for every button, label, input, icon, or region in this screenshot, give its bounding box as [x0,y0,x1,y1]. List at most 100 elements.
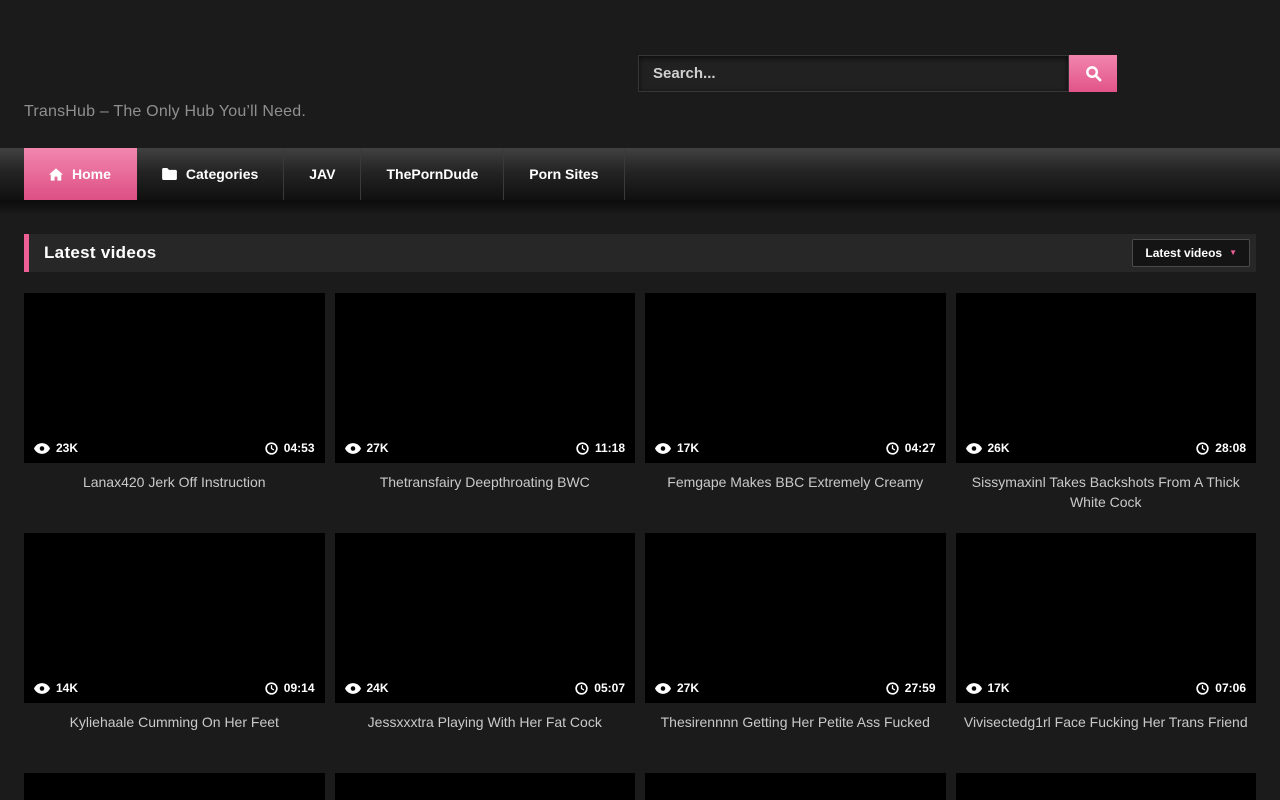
eye-icon [655,443,671,454]
video-title[interactable]: Femgape Makes BBC Extremely Creamy [651,472,940,515]
nav-item-label: Categories [186,166,258,182]
sort-dropdown[interactable]: Latest videos ▼ [1132,239,1250,267]
eye-icon [34,443,50,454]
video-card[interactable] [645,773,946,800]
video-thumbnail[interactable] [645,773,946,800]
video-card[interactable]: 23K 04:53 Lanax420 Jerk Off Instruction [24,293,325,515]
video-card[interactable]: 24K 05:07 Jessxxxtra Playing With Her Fa… [335,533,636,755]
views-stat: 26K [966,441,1010,455]
main-content: Latest videos Latest videos ▼ 23K [0,234,1280,800]
view-count: 27K [677,681,699,695]
nav-item-porn-sites[interactable]: Porn Sites [504,148,624,200]
nav-shadow [0,200,1280,216]
video-thumbnail[interactable]: 27K 11:18 [335,293,636,463]
video-thumbnail[interactable]: 26K 28:08 [956,293,1257,463]
view-count: 27K [367,441,389,455]
nav-item-label: ThePornDude [386,166,478,182]
video-duration: 07:06 [1215,681,1246,695]
views-stat: 14K [34,681,78,695]
video-thumbnail[interactable] [956,773,1257,800]
view-count: 17K [988,681,1010,695]
video-title[interactable]: Vivisectedg1rl Face Fucking Her Trans Fr… [962,712,1251,755]
nav-item-label: Home [72,166,111,182]
eye-icon [345,683,361,694]
site-tagline: TransHub – The Only Hub You’ll Need. [24,103,306,121]
folder-icon [162,168,177,180]
section-header: Latest videos Latest videos ▼ [24,234,1256,272]
video-thumbnail[interactable]: 17K 07:06 [956,533,1257,703]
video-card[interactable]: 17K 07:06 Vivisectedg1rl Face Fucking He… [956,533,1257,755]
video-card[interactable] [24,773,325,800]
video-thumbnail[interactable]: 17K 04:27 [645,293,946,463]
search-button[interactable] [1069,55,1117,92]
main-nav: Home Categories JAV ThePornDude Porn Sit… [0,148,1280,200]
duration-stat: 07:06 [1196,681,1246,695]
sort-label: Latest videos [1145,246,1222,260]
header: TransHub – The Only Hub You’ll Need. [0,0,1280,148]
video-duration: 27:59 [905,681,936,695]
video-thumbnail[interactable]: 14K 09:14 [24,533,325,703]
eye-icon [345,443,361,454]
video-thumbnail[interactable] [24,773,325,800]
nav-item-label: Porn Sites [529,166,598,182]
video-title[interactable]: Kyliehaale Cumming On Her Feet [30,712,319,755]
nav-item-home[interactable]: Home [24,148,137,200]
video-stats: 24K 05:07 [335,673,636,703]
video-thumbnail[interactable]: 27K 27:59 [645,533,946,703]
clock-icon [265,442,278,455]
video-thumbnail[interactable]: 24K 05:07 [335,533,636,703]
video-card[interactable]: 26K 28:08 Sissymaxinl Takes Backshots Fr… [956,293,1257,515]
video-stats: 17K 04:27 [645,433,946,463]
nav-item-categories[interactable]: Categories [137,148,284,200]
clock-icon [886,682,899,695]
clock-icon [575,682,588,695]
views-stat: 17K [966,681,1010,695]
duration-stat: 09:14 [265,681,315,695]
views-stat: 27K [655,681,699,695]
duration-stat: 11:18 [576,441,625,455]
section-title: Latest videos [44,243,157,263]
view-count: 17K [677,441,699,455]
video-duration: 28:08 [1215,441,1246,455]
video-card[interactable]: 27K 27:59 Thesirennnn Getting Her Petite… [645,533,946,755]
view-count: 23K [56,441,78,455]
search-bar [638,55,1117,92]
caret-down-icon: ▼ [1229,249,1237,257]
video-stats: 23K 04:53 [24,433,325,463]
video-card[interactable] [335,773,636,800]
eye-icon [966,683,982,694]
duration-stat: 28:08 [1196,441,1246,455]
clock-icon [265,682,278,695]
duration-stat: 05:07 [575,681,625,695]
video-card[interactable]: 27K 11:18 Thetransfairy Deepthroating BW… [335,293,636,515]
video-card[interactable]: 17K 04:27 Femgape Makes BBC Extremely Cr… [645,293,946,515]
clock-icon [576,442,589,455]
nav-item-jav[interactable]: JAV [284,148,361,200]
view-count: 14K [56,681,78,695]
video-title[interactable]: Thetransfairy Deepthroating BWC [341,472,630,515]
clock-icon [886,442,899,455]
video-thumbnail[interactable] [335,773,636,800]
views-stat: 27K [345,441,389,455]
nav-item-theporndude[interactable]: ThePornDude [361,148,504,200]
video-card[interactable] [956,773,1257,800]
home-icon [49,168,63,181]
video-card[interactable]: 14K 09:14 Kyliehaale Cumming On Her Feet [24,533,325,755]
video-duration: 09:14 [284,681,315,695]
video-stats: 27K 27:59 [645,673,946,703]
search-input[interactable] [638,55,1069,92]
video-thumbnail[interactable]: 23K 04:53 [24,293,325,463]
video-title[interactable]: Sissymaxinl Takes Backshots From A Thick… [962,472,1251,515]
views-stat: 17K [655,441,699,455]
video-stats: 14K 09:14 [24,673,325,703]
video-duration: 05:07 [594,681,625,695]
views-stat: 23K [34,441,78,455]
clock-icon [1196,682,1209,695]
video-title[interactable]: Lanax420 Jerk Off Instruction [30,472,319,515]
video-duration: 04:53 [284,441,315,455]
duration-stat: 04:53 [265,441,315,455]
video-title[interactable]: Thesirennnn Getting Her Petite Ass Fucke… [651,712,940,755]
video-title[interactable]: Jessxxxtra Playing With Her Fat Cock [341,712,630,755]
eye-icon [655,683,671,694]
clock-icon [1196,442,1209,455]
